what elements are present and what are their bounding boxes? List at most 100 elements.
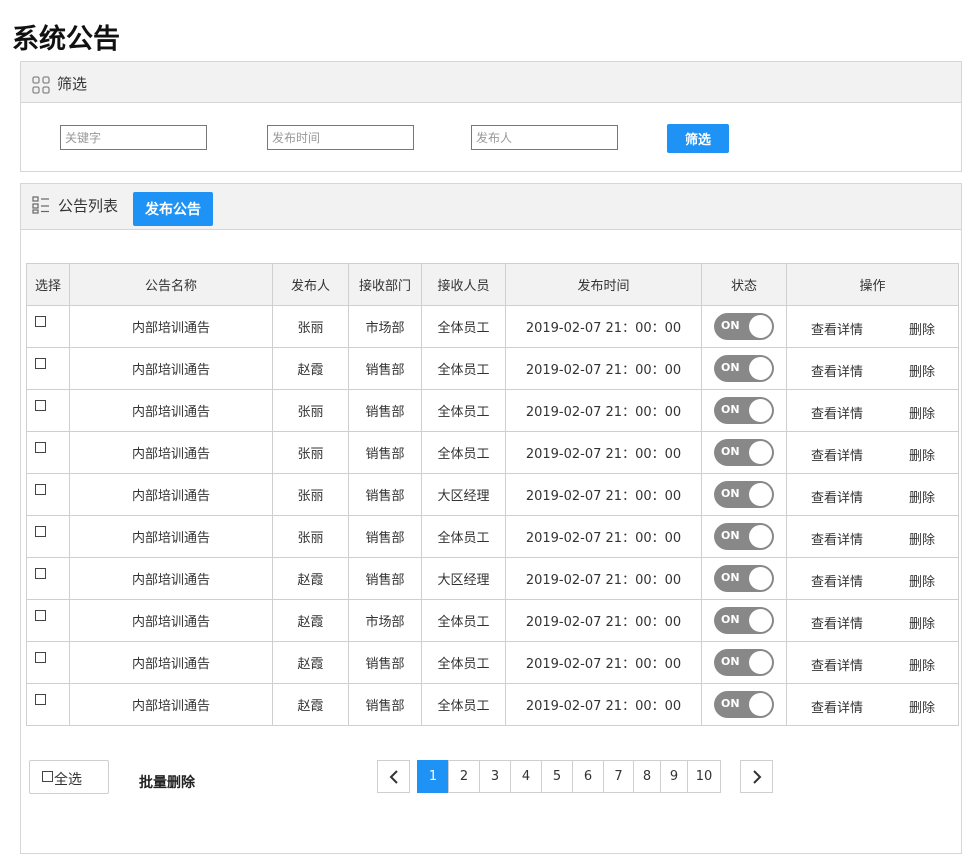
row-checkbox[interactable] [35, 442, 46, 453]
cell-publisher: 赵霞 [272, 347, 349, 390]
column-header-select: 选择 [26, 263, 70, 306]
table-row: 内部培训通告 赵霞 销售部 全体员工 2019-02-07 21：00：00 ON 查看详情… [26, 347, 959, 390]
table-row: 内部培训通告 赵霞 销售部 全体员工 2019-02-07 21：00：00 ON 查看详情… [26, 683, 959, 726]
view-detail-link[interactable]: 查看详情 [811, 613, 863, 632]
toggle-knob [749, 525, 772, 548]
row-checkbox[interactable] [35, 358, 46, 369]
cell-time: 2019-02-07 21：00：00 [505, 305, 702, 348]
publisher-input[interactable] [471, 125, 618, 150]
next-page-button[interactable] [740, 760, 773, 793]
delete-link[interactable]: 删除 [909, 613, 935, 632]
cell-dept: 销售部 [348, 431, 422, 474]
view-detail-link[interactable]: 查看详情 [811, 361, 863, 380]
cell-publisher: 赵霞 [272, 557, 349, 600]
publish-notice-button[interactable]: 发布公告 [133, 192, 213, 226]
row-select-cell [26, 305, 70, 348]
view-detail-link[interactable]: 查看详情 [811, 571, 863, 590]
column-header-name: 公告名称 [69, 263, 273, 306]
view-detail-link[interactable]: 查看详情 [811, 529, 863, 548]
cell-receiver: 全体员工 [421, 305, 506, 348]
row-checkbox[interactable] [35, 568, 46, 579]
view-detail-link[interactable]: 查看详情 [811, 319, 863, 338]
status-toggle[interactable]: ON [714, 565, 774, 592]
cell-actions: 查看详情 删除 [786, 473, 959, 516]
row-checkbox[interactable] [35, 400, 46, 411]
toggle-knob [749, 483, 772, 506]
view-detail-link[interactable]: 查看详情 [811, 487, 863, 506]
select-all-label: 全选 [54, 772, 82, 788]
status-toggle[interactable]: ON [714, 355, 774, 382]
status-toggle[interactable]: ON [714, 481, 774, 508]
delete-link[interactable]: 删除 [909, 319, 935, 338]
page-button-4[interactable]: 4 [510, 760, 542, 793]
status-toggle[interactable]: ON [714, 397, 774, 424]
column-header-receiver: 接收人员 [421, 263, 506, 306]
row-select-cell [26, 557, 70, 600]
page-button-7[interactable]: 7 [603, 760, 634, 793]
row-checkbox[interactable] [35, 652, 46, 663]
row-select-cell [26, 683, 70, 726]
status-toggle[interactable]: ON [714, 649, 774, 676]
select-all-checkbox[interactable] [42, 771, 53, 782]
toggle-knob [749, 693, 772, 716]
select-all-button[interactable]: 全选 [29, 760, 109, 794]
row-checkbox[interactable] [35, 610, 46, 621]
batch-delete-button[interactable]: 批量删除 [139, 772, 195, 792]
page-button-10[interactable]: 10 [687, 760, 721, 793]
delete-link[interactable]: 删除 [909, 445, 935, 464]
page-button-8[interactable]: 8 [633, 760, 661, 793]
row-select-cell [26, 641, 70, 684]
cell-dept: 销售部 [348, 347, 422, 390]
delete-link[interactable]: 删除 [909, 529, 935, 548]
delete-link[interactable]: 删除 [909, 361, 935, 380]
prev-page-button[interactable] [377, 760, 410, 793]
status-toggle[interactable]: ON [714, 691, 774, 718]
cell-time: 2019-02-07 21：00：00 [505, 557, 702, 600]
toggle-knob [749, 315, 772, 338]
table-row: 内部培训通告 赵霞 销售部 大区经理 2019-02-07 21：00：00 ON 查看详情… [26, 557, 959, 600]
delete-link[interactable]: 删除 [909, 487, 935, 506]
delete-link[interactable]: 删除 [909, 403, 935, 422]
view-detail-link[interactable]: 查看详情 [811, 445, 863, 464]
row-checkbox[interactable] [35, 484, 46, 495]
page-button-5[interactable]: 5 [541, 760, 573, 793]
view-detail-link[interactable]: 查看详情 [811, 403, 863, 422]
toggle-knob [749, 651, 772, 674]
filter-panel: 筛选 筛选 [20, 61, 962, 172]
delete-link[interactable]: 删除 [909, 697, 935, 716]
column-header-dept: 接收部门 [348, 263, 422, 306]
toggle-label: ON [721, 571, 740, 584]
row-checkbox[interactable] [35, 316, 46, 327]
list-panel-header: 公告列表 发布公告 [21, 184, 961, 230]
view-detail-link[interactable]: 查看详情 [811, 655, 863, 674]
cell-actions: 查看详情 删除 [786, 389, 959, 432]
table-body: 内部培训通告 张丽 市场部 全体员工 2019-02-07 21：00：00 ON 查看详情… [26, 305, 959, 726]
cell-receiver: 全体员工 [421, 431, 506, 474]
cell-receiver: 全体员工 [421, 599, 506, 642]
view-detail-link[interactable]: 查看详情 [811, 697, 863, 716]
delete-link[interactable]: 删除 [909, 655, 935, 674]
cell-dept: 销售部 [348, 515, 422, 558]
page-button-1[interactable]: 1 [417, 760, 449, 793]
page-button-2[interactable]: 2 [448, 760, 480, 793]
cell-publisher: 张丽 [272, 473, 349, 516]
status-toggle[interactable]: ON [714, 523, 774, 550]
status-toggle[interactable]: ON [714, 313, 774, 340]
publish-time-input[interactable] [267, 125, 414, 150]
status-toggle[interactable]: ON [714, 439, 774, 466]
toggle-knob [749, 441, 772, 464]
page-button-6[interactable]: 6 [572, 760, 604, 793]
page-button-3[interactable]: 3 [479, 760, 511, 793]
filter-button[interactable]: 筛选 [667, 124, 729, 153]
row-checkbox[interactable] [35, 526, 46, 537]
cell-publisher: 赵霞 [272, 683, 349, 726]
keyword-input[interactable] [60, 125, 207, 150]
page-button-9[interactable]: 9 [660, 760, 688, 793]
cell-receiver: 大区经理 [421, 557, 506, 600]
row-checkbox[interactable] [35, 694, 46, 705]
status-toggle[interactable]: ON [714, 607, 774, 634]
cell-publisher: 张丽 [272, 305, 349, 348]
delete-link[interactable]: 删除 [909, 571, 935, 590]
cell-receiver: 全体员工 [421, 389, 506, 432]
cell-publisher: 张丽 [272, 431, 349, 474]
